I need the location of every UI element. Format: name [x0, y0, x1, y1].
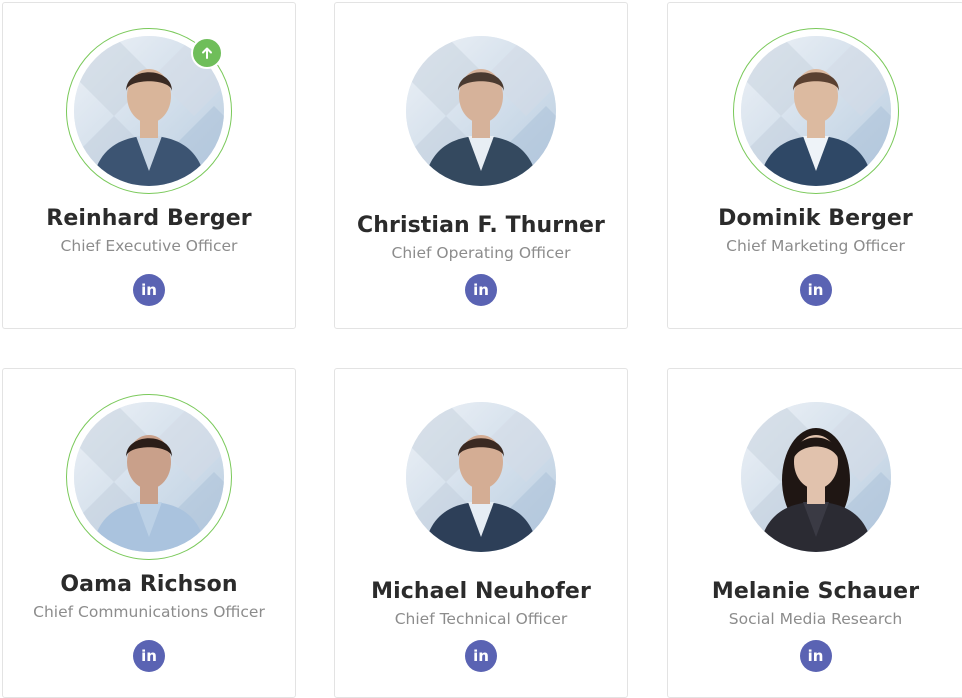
member-name: Melanie Schauer	[711, 579, 920, 604]
member-name: Michael Neuhofer	[371, 579, 591, 604]
arrow-up-icon[interactable]	[191, 37, 223, 69]
member-title: Chief Communications Officer	[33, 603, 265, 621]
member-title: Chief Marketing Officer	[726, 237, 905, 255]
team-card: Christian F. Thurner Chief Operating Off…	[334, 2, 628, 329]
portrait-photo	[740, 36, 891, 186]
member-name: Dominik Berger	[718, 206, 913, 231]
team-card: Dominik Berger Chief Marketing Officer i…	[667, 2, 962, 329]
member-name: Reinhard Berger	[46, 206, 252, 231]
member-title: Chief Executive Officer	[60, 237, 238, 255]
linkedin-icon[interactable]: in	[799, 274, 832, 306]
linkedin-icon[interactable]: in	[465, 274, 497, 306]
portrait-photo	[406, 402, 556, 552]
portrait-photo	[406, 36, 556, 186]
team-card: Melanie Schauer Social Media Research in	[667, 368, 962, 698]
team-card: Michael Neuhofer Chief Technical Officer…	[334, 368, 628, 698]
linkedin-icon[interactable]: in	[799, 640, 832, 672]
member-title: Social Media Research	[728, 610, 903, 628]
linkedin-icon[interactable]: in	[133, 640, 165, 672]
member-title: Chief Operating Officer	[391, 244, 571, 262]
portrait-photo	[740, 402, 891, 552]
linkedin-icon[interactable]: in	[465, 640, 497, 672]
portrait-photo	[74, 402, 224, 552]
linkedin-icon[interactable]: in	[133, 274, 165, 306]
member-name: Oama Richson	[60, 572, 238, 597]
member-name: Christian F. Thurner	[357, 213, 605, 238]
team-card: Oama Richson Chief Communications Office…	[2, 368, 296, 698]
member-title: Chief Technical Officer	[394, 610, 568, 628]
team-card: Reinhard Berger Chief Executive Officer …	[2, 2, 296, 329]
